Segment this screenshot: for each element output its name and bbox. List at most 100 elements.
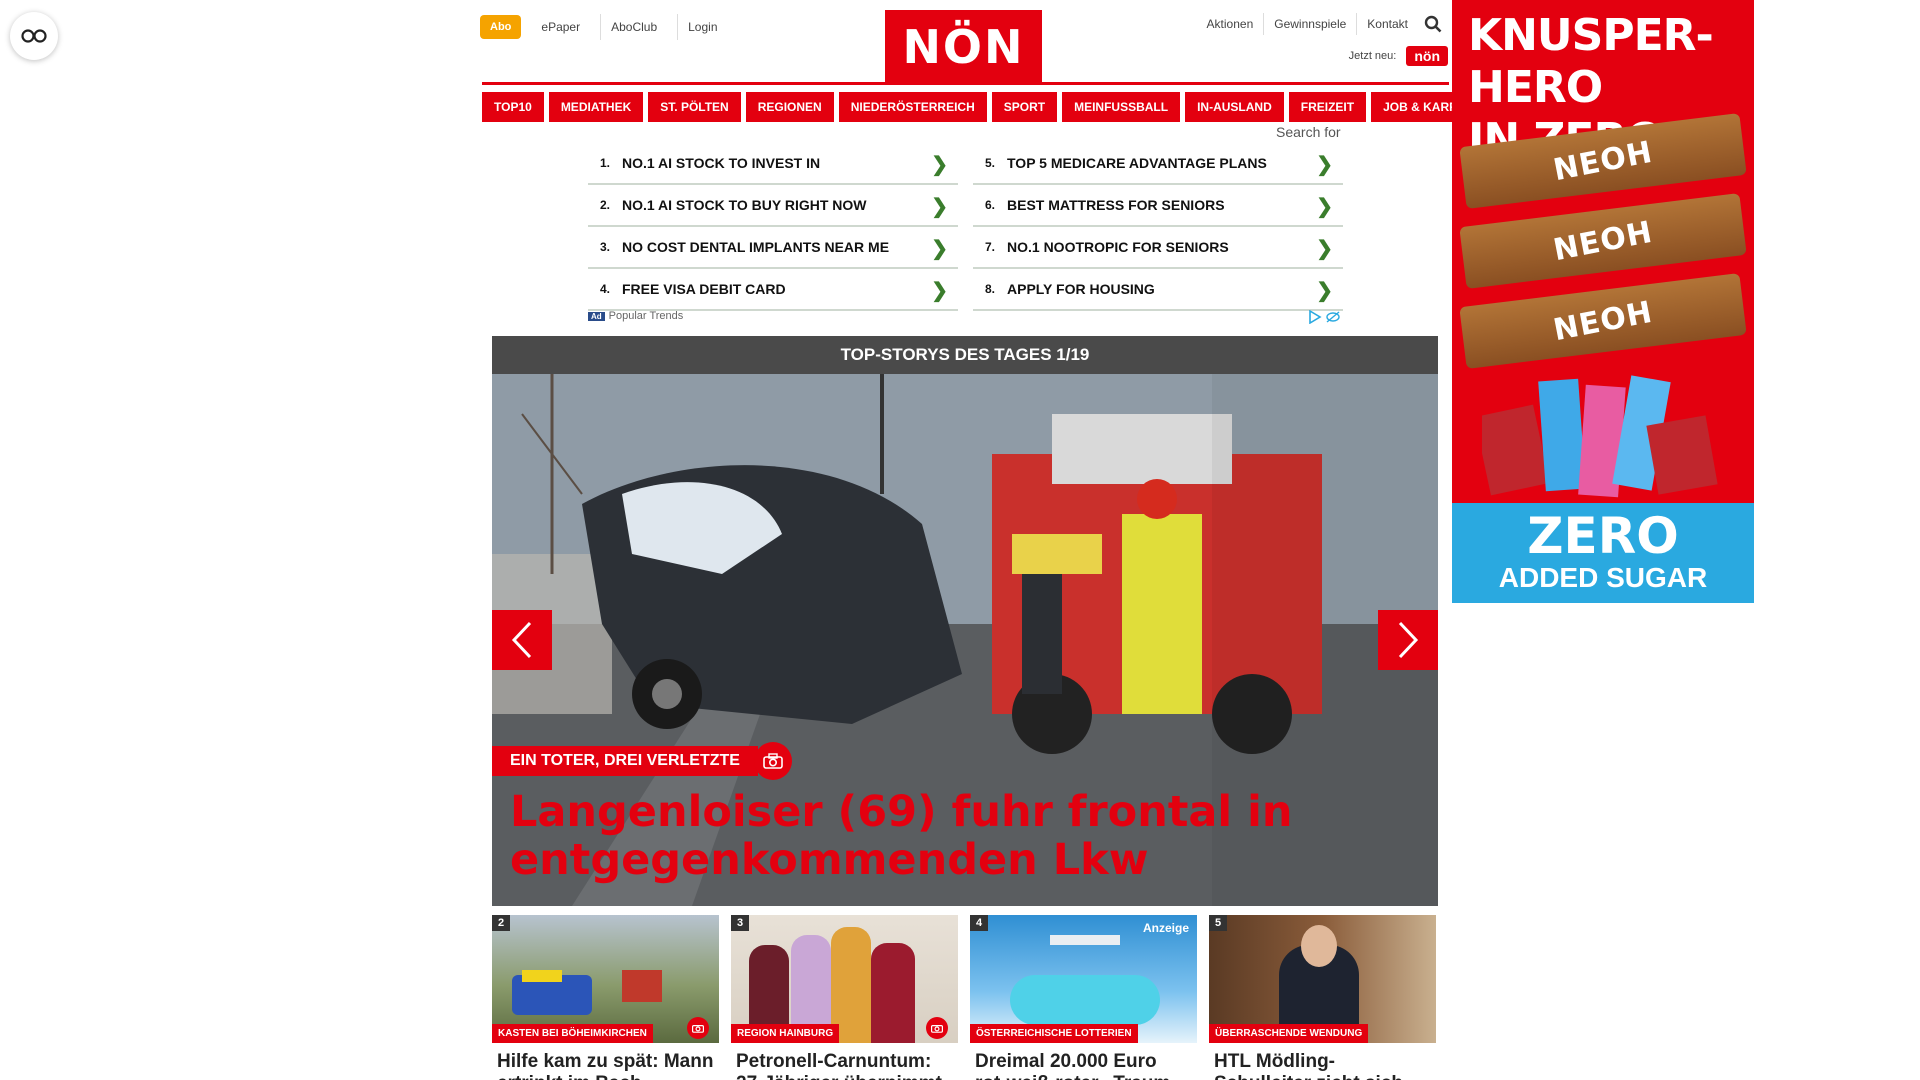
jetzt-neu: Jetzt neu: nön <box>1349 46 1448 66</box>
nav-item-top10[interactable]: TOP10 <box>482 92 544 122</box>
trend-label: FREE VISA DEBIT CARD <box>622 281 786 297</box>
aboclub-link[interactable]: AboClub <box>600 14 667 40</box>
aktionen-link[interactable]: Aktionen <box>1197 13 1264 35</box>
trend-label: NO.1 AI STOCK TO INVEST IN <box>622 155 821 171</box>
teaser-title[interactable]: Dreimal 20.000 Euro rot-weiß-roter „Trau… <box>970 1043 1197 1080</box>
trend-number: 7. <box>984 240 995 254</box>
login-link[interactable]: Login <box>677 14 727 40</box>
teaser-number: 5 <box>1209 915 1228 931</box>
site-logo[interactable]: NÖN <box>885 10 1042 84</box>
trend-item[interactable]: 3. NO COST DENTAL IMPLANTS NEAR ME ❯ <box>588 227 958 269</box>
trend-label: NO COST DENTAL IMPLANTS NEAR ME <box>622 239 890 255</box>
nav-item-meinfussball[interactable]: MEINFUSSBALL <box>1062 92 1181 122</box>
top-stories-header: TOP-STORYS DES TAGES 1/19 <box>492 336 1438 374</box>
hero-story[interactable]: EIN TOTER, DREI VERLETZTE Langenloiser (… <box>492 374 1438 906</box>
teaser-kicker: ÖSTERREICHISCHE LOTTERIEN <box>970 1024 1138 1043</box>
teaser-card[interactable]: 3 REGION HAINBURG Petronell-Carnuntum: 2… <box>731 915 958 1080</box>
trend-column-right: 5. TOP 5 MEDICARE ADVANTAGE PLANS ❯ 6. BEST… <box>973 143 1343 311</box>
teaser-kicker: REGION HAINBURG <box>731 1024 840 1043</box>
teaser-title[interactable]: Petronell-Carnuntum: 27-Jähriger übernim… <box>731 1043 958 1080</box>
top-nav-left: Abo ePaper AboClub Login <box>480 14 728 40</box>
anzeige-label: Anzeige <box>1142 921 1189 935</box>
trend-number: 6. <box>984 198 995 212</box>
chevron-right-icon: ❯ <box>1316 238 1333 260</box>
teaser-title[interactable]: HTL Mödling-Schulleiter zieht sich aus a… <box>1209 1043 1436 1080</box>
hero-headline[interactable]: Langenloiser (69) fuhr frontal in entgeg… <box>510 788 1410 884</box>
trend-item[interactable]: 1. NO.1 AI STOCK TO INVEST IN ❯ <box>588 143 958 185</box>
trend-label: NO.1 AI STOCK TO BUY RIGHT NOW <box>622 197 867 213</box>
trend-item[interactable]: 8. APPLY FOR HOUSING ❯ <box>973 269 1343 311</box>
chevron-right-icon: ❯ <box>931 154 948 176</box>
trend-item[interactable]: 4. FREE VISA DEBIT CARD ❯ <box>588 269 958 311</box>
product-bar-text: NEOH <box>1550 134 1656 188</box>
camera-icon <box>926 1017 948 1039</box>
camera-icon <box>687 1017 709 1039</box>
product-bar: NEOH <box>1459 273 1747 369</box>
chevron-right-icon: ❯ <box>931 238 948 260</box>
trend-item[interactable]: 7. NO.1 NOOTROPIC FOR SENIORS ❯ <box>973 227 1343 269</box>
camera-icon <box>754 742 792 780</box>
search-for-label: Search for <box>1276 124 1341 140</box>
ad-footer: ZERO ADDED SUGAR <box>1452 503 1754 603</box>
carousel-next-button[interactable] <box>1378 610 1438 670</box>
teaser-image: 3 REGION HAINBURG <box>731 915 958 1043</box>
reader-mode-button[interactable] <box>10 12 58 60</box>
chevron-right-icon: ❯ <box>931 280 948 302</box>
product-bar-text: NEOH <box>1550 214 1656 268</box>
trend-item[interactable]: 5. TOP 5 MEDICARE ADVANTAGE PLANS ❯ <box>973 143 1343 185</box>
teaser-number: 2 <box>492 915 511 931</box>
product-bar-text: NEOH <box>1550 294 1656 348</box>
trend-number: 3. <box>599 240 610 254</box>
jetzt-neu-label: Jetzt neu: <box>1348 50 1397 62</box>
teaser-image: 4 Anzeige ÖSTERREICHISCHE LOTTERIEN <box>970 915 1197 1043</box>
glasses-icon <box>21 29 47 43</box>
side-advertisement[interactable]: KNUSPER-HERO IN ZERO! NEOH NEOH NEOH ZER… <box>1452 0 1754 603</box>
teaser-card[interactable]: 2 KASTEN BEI BÖHEIMKIRCHEN Hilfe kam zu … <box>492 915 719 1080</box>
kontakt-link[interactable]: Kontakt <box>1356 13 1418 35</box>
trend-label: NO.1 NOOTROPIC FOR SENIORS <box>1007 239 1229 255</box>
teaser-number: 3 <box>731 915 750 931</box>
trends-footer-label[interactable]: Popular Trends <box>609 310 684 322</box>
nav-item-niederoesterreich[interactable]: NIEDERÖSTERREICH <box>838 92 987 122</box>
teaser-card[interactable]: 5 ÜBERRASCHENDE WENDUNG HTL Mödling-Schu… <box>1209 915 1436 1080</box>
nav-item-freizeit[interactable]: FREIZEIT <box>1288 92 1367 122</box>
main-navigation: TOP10 MEDIATHEK ST. PÖLTEN REGIONEN NIED… <box>482 82 1498 122</box>
trend-number: 2. <box>599 198 610 212</box>
chevron-right-icon: ❯ <box>1316 154 1333 176</box>
product-bar: NEOH <box>1459 193 1747 289</box>
trend-item[interactable]: 2. NO.1 AI STOCK TO BUY RIGHT NOW ❯ <box>588 185 958 227</box>
nav-item-mediathek[interactable]: MEDIATHEK <box>548 92 644 122</box>
chevron-right-icon <box>1398 621 1419 659</box>
teaser-title[interactable]: Hilfe kam zu spät: Mann ertrinkt im Bach <box>492 1043 719 1080</box>
top-nav-right: Aktionen Gewinnspiele Kontakt <box>1197 10 1448 38</box>
nav-item-sport[interactable]: SPORT <box>991 92 1058 122</box>
kleine-noen-badge[interactable]: nön <box>1406 46 1448 66</box>
search-icon[interactable] <box>1418 10 1448 38</box>
trend-number: 1. <box>599 156 610 170</box>
ad-badge[interactable]: Ad <box>588 311 605 321</box>
trends-footer: Ad Popular Trends <box>588 310 683 322</box>
nav-item-in-ausland[interactable]: IN-AUSLAND <box>1185 92 1284 122</box>
teaser-image: 2 KASTEN BEI BÖHEIMKIRCHEN <box>492 915 719 1043</box>
trend-label: BEST MATTRESS FOR SENIORS <box>1007 197 1225 213</box>
trend-number: 4. <box>599 282 610 296</box>
trend-item[interactable]: 6. BEST MATTRESS FOR SENIORS ❯ <box>973 185 1343 227</box>
teaser-kicker: KASTEN BEI BÖHEIMKIRCHEN <box>492 1024 653 1043</box>
trend-number: 8. <box>984 282 995 296</box>
adchoices-icon[interactable] <box>1308 310 1342 324</box>
chevron-right-icon: ❯ <box>1316 280 1333 302</box>
ad-zero-text: ZERO <box>1527 507 1679 565</box>
hero-kicker: EIN TOTER, DREI VERLETZTE <box>492 746 758 776</box>
teaser-card[interactable]: 4 Anzeige ÖSTERREICHISCHE LOTTERIEN Drei… <box>970 915 1197 1080</box>
epaper-link[interactable]: ePaper <box>531 14 590 40</box>
teaser-number: 4 <box>970 915 989 931</box>
abo-button[interactable]: Abo <box>480 15 522 39</box>
chevron-right-icon: ❯ <box>1316 196 1333 218</box>
nav-item-st-poelten[interactable]: ST. PÖLTEN <box>648 92 741 122</box>
trend-column-left: 1. NO.1 AI STOCK TO INVEST IN ❯ 2. NO.1 AI … <box>588 143 958 311</box>
carousel-prev-button[interactable] <box>492 610 552 670</box>
trend-label: APPLY FOR HOUSING <box>1007 281 1155 297</box>
site-header: Abo ePaper AboClub Login NÖN Aktionen Ge… <box>480 0 1448 86</box>
nav-item-regionen[interactable]: REGIONEN <box>745 92 834 122</box>
gewinnspiele-link[interactable]: Gewinnspiele <box>1263 13 1356 35</box>
